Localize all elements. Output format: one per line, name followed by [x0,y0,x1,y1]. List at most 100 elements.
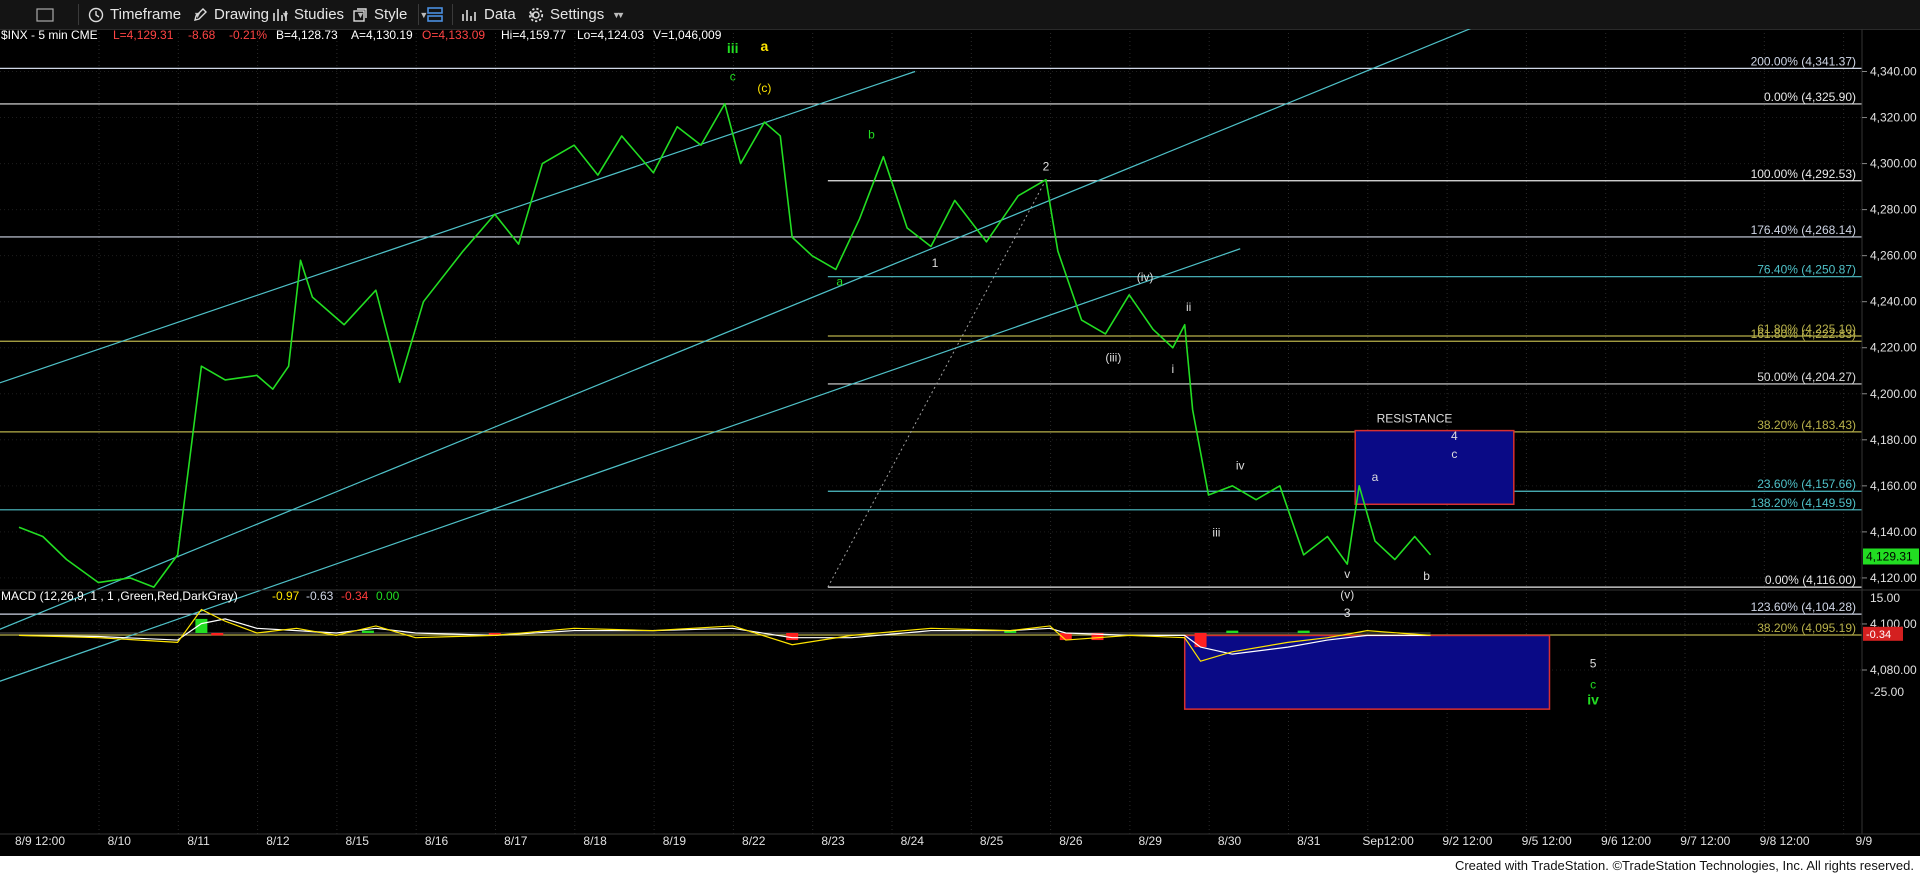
x-tick-label: 8/26 [1059,834,1083,848]
net-change: -8.68 [188,29,216,42]
x-tick-label: 8/25 [980,834,1004,848]
wave-labels: iii ac(c)b2a1(iv)ii(iii)iiva4ciiiv(v)b35c… [727,38,1599,708]
macd-header: MACD (12,26,9, 1 , 1 ,Green,Red,DarkGray… [1,589,400,603]
fib-level-label: 23.60% (4,157.66) [1757,477,1856,491]
wave-label: c [730,70,736,84]
macd-signal-value: -0.63 [306,589,334,603]
last-price: L=4,129.31 [113,29,174,42]
low-price: Lo=4,124.03 [577,29,644,42]
x-tick-label: 8/31 [1297,834,1321,848]
bid-price: B=4,128.73 [276,29,338,42]
wave-label: a [1372,470,1379,484]
pencil-icon [194,7,207,21]
symbol-label: $INX - 5 min CME [1,29,98,42]
style-button[interactable]: Style ▼ [352,4,428,25]
x-tick-label: 8/24 [901,834,925,848]
fib-level-label: 161.80% (4,222.83) [1751,327,1856,341]
studies-icon [273,8,287,21]
y-tick-label: 4,120.00 [1870,571,1917,585]
y-tick-label: 4,320.00 [1870,111,1917,125]
more-menu-button[interactable]: ▼ [606,4,621,25]
wave-label: c [1590,677,1596,691]
macd-title: MACD (12,26,9, 1 , 1 ,Green,Red,DarkGray… [1,589,238,603]
wave-label: i [1171,362,1174,376]
window-icon[interactable] [36,4,54,25]
x-tick-label: 8/29 [1139,834,1163,848]
high-price: Hi=4,159.77 [501,29,566,42]
chart-overlays: 200.00% (4,341.37) 0.00% (4,325.90) 100.00… [0,29,1862,710]
macd-histogram-bar [1297,630,1310,633]
x-tick-label: 9/7 12:00 [1680,834,1730,848]
y-tick-label: 4,280.00 [1870,203,1917,217]
x-tick-label: 9/2 12:00 [1442,834,1492,848]
y-tick-label: 4,180.00 [1870,433,1917,447]
x-tick-label: 8/9 12:00 [15,834,65,848]
fib-level-label: 176.40% (4,268.14) [1751,223,1856,237]
wave-label: iii [1212,525,1220,539]
wave-label: a [836,275,843,289]
wave-label: c [1451,447,1457,461]
timeframe-button[interactable]: Timeframe ▼ [88,4,202,25]
macd-y-tick-label: -25.00 [1870,685,1904,699]
wave-label: (iv) [1137,270,1154,284]
macd-panel: 15.00-0.00-25.00-0.34 [0,591,1904,699]
settings-label: Settings [550,6,605,23]
x-tick-label: 8/17 [504,834,528,848]
x-tick-label: 8/16 [425,834,449,848]
volume: V=1,046,009 [653,29,722,42]
fib-level-label: 123.60% (4,104.28) [1751,600,1856,614]
macd-diff-value: -0.34 [341,589,369,603]
fib-level-label: 100.00% (4,292.53) [1751,167,1856,181]
price-chart[interactable]: 200.00% (4,341.37) 0.00% (4,325.90) 100.00… [0,29,1920,856]
style-label: Style [374,6,408,23]
style-icon [353,7,367,22]
resistance-box [1354,429,1515,506]
copyright-text: Created with TradeStation. ©TradeStation… [1454,858,1914,873]
macd-histogram-bar [1226,630,1239,633]
wave-label: iv [1236,459,1245,473]
fib-level-label: 200.00% (4,341.37) [1751,54,1856,68]
data-button[interactable]: Data ▼ [460,4,537,25]
price-series [18,102,1432,588]
x-tick-label: 9/8 12:00 [1760,834,1810,848]
y-tick-label: 4,220.00 [1870,341,1917,355]
macd-histogram-bar [211,633,224,636]
macd-y-tick-label: 15.00 [1870,591,1900,605]
gear-icon [528,7,544,22]
x-tick-label: 9/5 12:00 [1522,834,1572,848]
wave-label: 5 [1590,657,1597,671]
chart-header: $INX - 5 min CME L=4,129.31 -8.68 -0.21%… [1,29,722,42]
y-tick-label: 4,140.00 [1870,525,1917,539]
wave-label: ii [1186,300,1191,314]
wave-label: (iii) [1105,351,1121,365]
x-tick-label: 8/10 [108,834,132,848]
layout-icon [427,6,443,22]
y-tick-label: 4,340.00 [1870,65,1917,79]
wave-label: b [868,127,875,141]
y-tick-label: 4,200.00 [1870,387,1917,401]
wave-label: (c) [757,81,771,95]
x-tick-label: 8/11 [187,834,210,848]
drawing-label: Drawing [214,6,270,23]
fib-level-label: 0.00% (4,116.00) [1765,573,1856,587]
wave-label: b [1423,569,1430,583]
wave-label: 3 [1344,606,1351,620]
fib-level-label: 38.20% (4,183.43) [1757,418,1856,432]
fib-level-label: 138.20% (4,149.59) [1751,496,1856,510]
x-tick-label: 8/19 [663,834,687,848]
ask-price: A=4,130.19 [351,29,413,42]
wave-label: iv [1587,692,1599,708]
footer: Created with TradeStation. ©TradeStation… [0,856,1920,875]
last-price-tag-label: 4,129.31 [1866,549,1913,563]
x-tick-label: Sep12:00 [1362,834,1414,848]
fib-level-label: 38.20% (4,095.19) [1757,621,1856,635]
pct-change: -0.21% [229,29,267,42]
x-tick-label: 9/9 [1856,834,1873,848]
x-tick-label: 8/23 [821,834,845,848]
fib-level-label: 0.00% (4,325.90) [1764,90,1856,104]
fib-level-label: 76.40% (4,250.87) [1757,263,1856,277]
x-tick-label: 8/12 [266,834,290,848]
layout-button[interactable] [426,4,444,25]
y-tick-label: 4,160.00 [1870,479,1917,493]
chart-toolbar: Timeframe ▼ Drawing ▼ Studies ▼ Style ▼ … [0,0,1920,30]
